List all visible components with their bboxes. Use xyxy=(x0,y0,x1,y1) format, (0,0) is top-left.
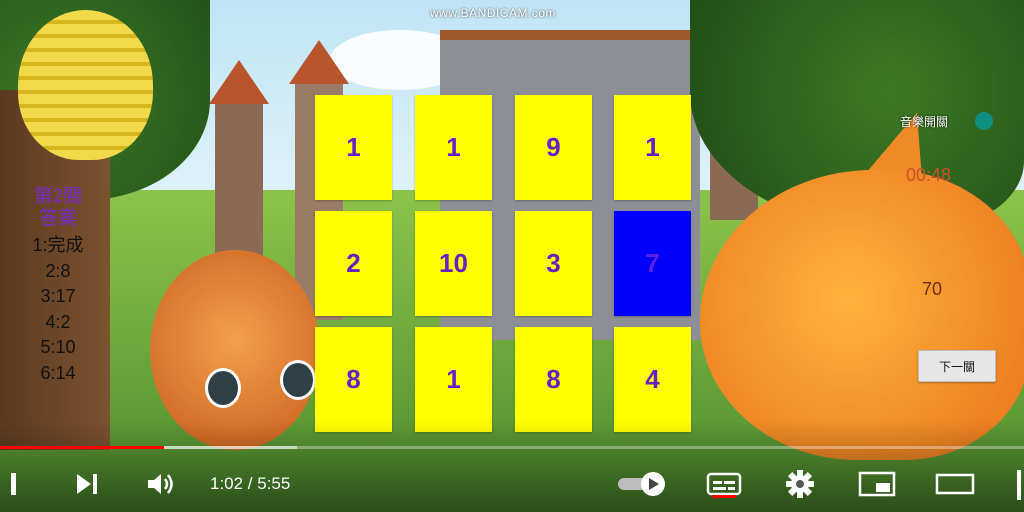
subtitles-icon xyxy=(706,472,742,498)
progress-bar[interactable] xyxy=(0,446,1024,449)
timer: 00:48 xyxy=(906,165,952,185)
next-video-button[interactable] xyxy=(66,466,106,502)
answer-heading: 答案 xyxy=(38,208,77,229)
theater-icon xyxy=(935,473,975,495)
number-card[interactable]: 9 xyxy=(515,95,592,200)
sound-toggle[interactable] xyxy=(975,112,993,130)
number-card[interactable]: 8 xyxy=(315,327,392,432)
time-display: 1:02 / 5:55 xyxy=(210,474,291,493)
watermark: www.BANDICAM.com xyxy=(430,6,557,20)
sound-toggle-label: 音樂開關 xyxy=(900,115,949,129)
score: 70 xyxy=(922,279,943,299)
number-card[interactable]: 3 xyxy=(515,211,592,316)
tower-roof xyxy=(209,60,269,104)
subtitles-button[interactable] xyxy=(704,466,744,502)
number-card[interactable]: 1 xyxy=(315,95,392,200)
progress-played xyxy=(0,446,164,449)
miniplayer-button[interactable] xyxy=(855,466,899,502)
number-card[interactable]: 1 xyxy=(415,327,492,432)
answer-item: 5:10 xyxy=(40,337,76,357)
fullscreen-button[interactable] xyxy=(1017,470,1021,500)
next-level-button[interactable]: 下一關 xyxy=(918,350,996,382)
volume-button[interactable] xyxy=(140,466,182,502)
level-title: 第2關 xyxy=(33,186,83,207)
play-pause-button[interactable] xyxy=(4,466,32,502)
miniplayer-icon xyxy=(858,471,896,497)
theater-mode-button[interactable] xyxy=(932,466,978,502)
number-card[interactable]: 8 xyxy=(515,327,592,432)
pause-icon xyxy=(11,473,16,495)
number-card[interactable]: 2 xyxy=(315,211,392,316)
number-card[interactable]: 10 xyxy=(415,211,492,316)
number-card[interactable]: 4 xyxy=(614,327,691,432)
selected-number-card[interactable]: 7 xyxy=(614,211,691,316)
autoplay-toggle-icon xyxy=(618,472,665,496)
squirrel-eye xyxy=(280,360,316,400)
number-card[interactable]: 1 xyxy=(614,95,691,200)
next-icon xyxy=(77,474,97,494)
settings-button[interactable] xyxy=(780,466,820,502)
answer-item: 2:8 xyxy=(45,260,71,281)
answer-item: 4:2 xyxy=(45,311,71,332)
number-card[interactable]: 1 xyxy=(415,95,492,200)
squirrel-eye xyxy=(205,368,241,408)
answer-list: 1:完成 2:8 3:17 4:2 5:10 6:14 xyxy=(18,233,98,386)
answer-panel: 第2關 答案 1:完成 2:8 3:17 4:2 5:10 6:14 xyxy=(18,186,98,386)
autoplay-toggle[interactable] xyxy=(614,466,672,502)
answer-item: 1:完成 xyxy=(32,235,84,255)
tower-roof xyxy=(289,40,349,84)
volume-icon xyxy=(148,474,173,494)
answer-item: 6:14 xyxy=(40,362,76,383)
gear-icon xyxy=(786,470,814,498)
answer-item: 3:17 xyxy=(40,286,76,306)
beehive xyxy=(18,10,153,160)
